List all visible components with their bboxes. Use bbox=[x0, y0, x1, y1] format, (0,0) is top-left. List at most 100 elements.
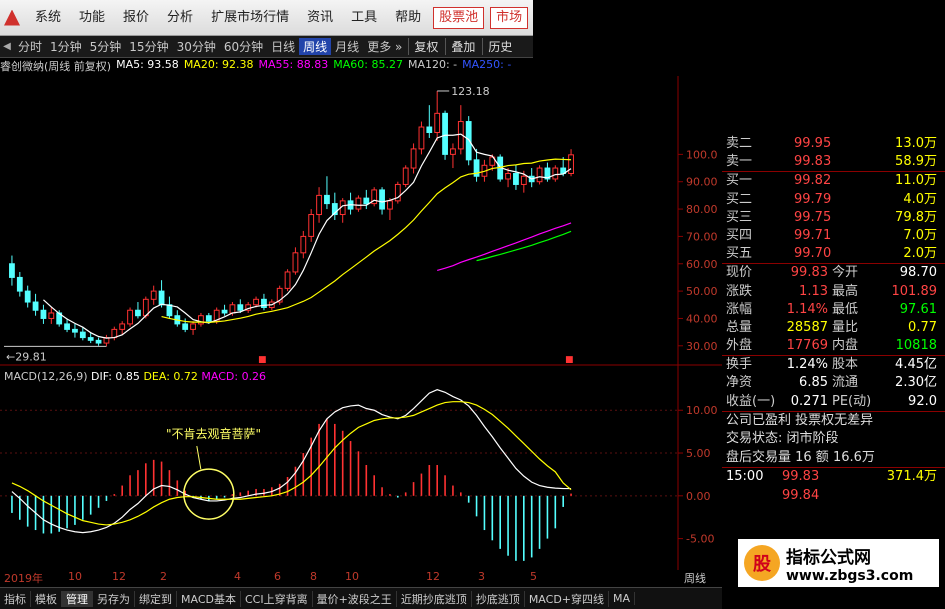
tab-ma[interactable]: MA bbox=[609, 592, 636, 605]
candle-body bbox=[237, 304, 244, 311]
stat-label: 净资 bbox=[726, 375, 753, 391]
menu-stock-pool-button[interactable]: 股票池 bbox=[433, 6, 485, 29]
ask-volume: 58.9万 bbox=[895, 154, 937, 170]
stat-label: 股本 bbox=[832, 357, 859, 373]
tab-macd-4line[interactable]: MACD+穿四线 bbox=[525, 590, 610, 607]
tab-save-as[interactable]: 另存为 bbox=[93, 590, 135, 607]
watermark-banner: 股 指标公式网 www.zbgs3.com bbox=[736, 537, 941, 589]
kline-chart[interactable]: 100.0 90.00 80.00 70.00 60.00 50.00 40.00 30.00… bbox=[0, 76, 722, 570]
candle-body bbox=[450, 148, 456, 155]
ask-price: 99.83 bbox=[794, 154, 832, 170]
dea-line bbox=[11, 401, 572, 526]
tab-recent-bottom[interactable]: 近期抄底逃顶 bbox=[397, 590, 472, 607]
stat-value: 1.13 bbox=[799, 283, 828, 299]
candle-body bbox=[221, 309, 228, 314]
price-axis-label: 70.00 bbox=[686, 230, 718, 243]
x-label: 10 bbox=[345, 570, 359, 583]
bid-row: 买三 99.75 79.8万 bbox=[722, 209, 945, 227]
period-tab-monthly[interactable]: 月线 bbox=[331, 38, 363, 55]
fundamental-row: 换手 1.24% 股本 4.45亿 bbox=[722, 356, 945, 374]
menu-item-quote[interactable]: 报价 bbox=[114, 0, 158, 36]
menu-market-button[interactable]: 市场 bbox=[490, 6, 529, 29]
watermark-logo-icon: 股 bbox=[744, 545, 780, 581]
watermark-title: 指标公式网 bbox=[786, 547, 871, 568]
candle-body bbox=[261, 298, 267, 309]
period-tab-30min[interactable]: 30分钟 bbox=[173, 38, 220, 55]
tab-volume-price[interactable]: 量价+波段之王 bbox=[313, 590, 397, 607]
stat-label: 今开 bbox=[832, 265, 859, 281]
period-toolbar: ◀ 分时 1分钟 5分钟 15分钟 30分钟 60分钟 日线 周线 月线 更多 … bbox=[0, 36, 533, 58]
candle-body bbox=[355, 197, 362, 210]
overlay-button[interactable]: 叠加 bbox=[445, 38, 480, 55]
ma-legend: 睿创微纳(周线 前复权) MA5: 93.58 MA20: 92.38 MA55… bbox=[0, 58, 516, 76]
candle-body bbox=[48, 312, 55, 319]
stat-label: 流通 bbox=[832, 375, 859, 391]
x-axis: 2019年 10 12 2 4 6 8 10 12 3 5 周线 bbox=[0, 570, 722, 586]
after-hours-volume: 盘后交易量 16 额 16.6万 bbox=[726, 449, 875, 465]
stat-value: 6.85 bbox=[799, 375, 828, 391]
fundamental-row: 收益(一) 0.271 PE(动) 92.0 bbox=[722, 393, 945, 411]
tab-macd-basic[interactable]: MACD基本 bbox=[177, 590, 241, 607]
annotation-text: "不肯去观音菩萨" bbox=[166, 426, 261, 441]
bid-row: 买五 99.70 2.0万 bbox=[722, 245, 945, 263]
history-button[interactable]: 历史 bbox=[482, 38, 517, 55]
candle-body bbox=[442, 112, 448, 155]
adjust-button[interactable]: 复权 bbox=[408, 38, 443, 55]
x-label: 2 bbox=[160, 570, 167, 583]
tab-manage[interactable]: 管理 bbox=[62, 590, 93, 607]
period-tab-more[interactable]: 更多 » bbox=[363, 38, 406, 55]
watermark-url: www.zbgs3.com bbox=[786, 567, 914, 584]
tab-bind[interactable]: 绑定到 bbox=[135, 590, 177, 607]
period-tab-timeshare[interactable]: 分时 bbox=[14, 38, 46, 55]
tab-cci[interactable]: CCI上穿背离 bbox=[241, 590, 313, 607]
candle-body bbox=[24, 290, 31, 303]
price-axis-label: 60.00 bbox=[686, 258, 718, 271]
tab-indicator[interactable]: 指标 bbox=[0, 590, 31, 607]
stat-value: 10818 bbox=[895, 338, 937, 354]
candle-body bbox=[300, 235, 307, 254]
period-tab-1min[interactable]: 1分钟 bbox=[46, 38, 86, 55]
chevron-left-icon[interactable]: ◀ bbox=[0, 41, 14, 52]
macd-legend: MACD(12,26,9) DIF: 0.85 DEA: 0.72 MACD: … bbox=[4, 370, 266, 383]
stat-label: 现价 bbox=[726, 265, 753, 281]
period-tab-daily[interactable]: 日线 bbox=[267, 38, 299, 55]
candle-body bbox=[520, 175, 527, 185]
stat-value: 2.30亿 bbox=[895, 375, 937, 391]
period-tab-15min[interactable]: 15分钟 bbox=[125, 38, 172, 55]
menu-item-function[interactable]: 功能 bbox=[70, 0, 114, 36]
tab-bottom-top[interactable]: 抄底逃顶 bbox=[472, 590, 525, 607]
menu-item-analysis[interactable]: 分析 bbox=[158, 0, 202, 36]
period-tab-weekly[interactable]: 周线 bbox=[299, 38, 332, 55]
ma60-label: MA60: 85.27 bbox=[333, 58, 403, 71]
quote-panel: 卖二 99.95 13.0万 卖一 99.83 58.9万 买一 99.82 11.0万 买… bbox=[722, 135, 945, 605]
menu-item-news[interactable]: 资讯 bbox=[298, 0, 342, 36]
candle-body bbox=[229, 304, 236, 314]
stat-label: 换手 bbox=[726, 357, 753, 373]
menu-item-help[interactable]: 帮助 bbox=[386, 0, 430, 36]
candle-body bbox=[72, 328, 78, 333]
ma120-label: MA120: - bbox=[407, 58, 458, 71]
candle-body bbox=[150, 290, 157, 300]
annotation-pointer bbox=[196, 445, 202, 470]
chevron-right-icon: » bbox=[395, 40, 403, 54]
menu-item-tools[interactable]: 工具 bbox=[342, 0, 386, 36]
tab-template[interactable]: 模板 bbox=[31, 590, 62, 607]
period-tab-5min[interactable]: 5分钟 bbox=[86, 38, 126, 55]
stat-row: 总量 28587 量比 0.77 bbox=[722, 319, 945, 337]
app-logo-icon bbox=[4, 9, 20, 26]
menu-item-extended-market[interactable]: 扩展市场行情 bbox=[202, 0, 298, 36]
stats-block: 现价 99.83 今开 98.70 涨跌 1.13 最高 101.89 涨幅 1.14% 最低 97.… bbox=[722, 264, 945, 355]
candle-body bbox=[127, 309, 133, 325]
stat-value: 0.77 bbox=[908, 319, 937, 335]
price-axis-label: 50.00 bbox=[686, 285, 718, 298]
period-tab-60min[interactable]: 60分钟 bbox=[220, 38, 267, 55]
ask-label: 卖二 bbox=[726, 136, 753, 151]
company-info: 公司已盈利 投票权无差异 bbox=[726, 412, 874, 428]
candle-body bbox=[32, 301, 39, 311]
bid-volume: 11.0万 bbox=[895, 173, 937, 189]
menu-item-system[interactable]: 系统 bbox=[26, 0, 70, 36]
bid-row: 买一 99.82 11.0万 bbox=[722, 172, 945, 190]
ma-line-60 bbox=[476, 230, 572, 262]
candle-body bbox=[87, 337, 94, 341]
candle-body bbox=[536, 167, 543, 183]
